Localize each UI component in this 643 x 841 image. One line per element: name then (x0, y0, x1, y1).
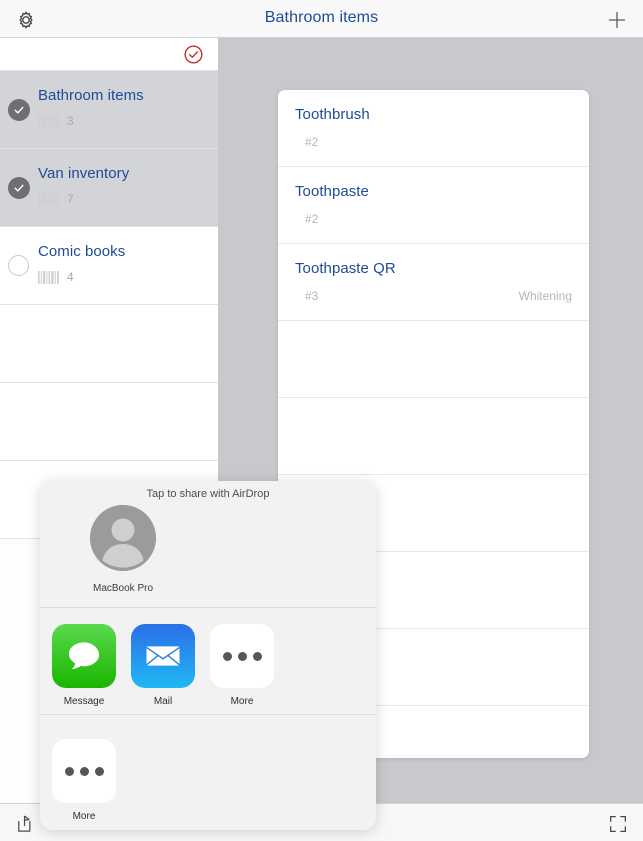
circled-check-icon[interactable] (183, 44, 204, 65)
sidebar-item-bathroom-items[interactable]: Bathroom items 3 (0, 71, 218, 149)
sidebar-item-meta: 7 (38, 192, 74, 206)
share-action-label: More (72, 811, 96, 822)
share-apps-row: Message Mail More (40, 608, 376, 714)
share-action-more[interactable]: More (45, 739, 123, 822)
sidebar-empty-row (0, 383, 218, 461)
sidebar-item-van-inventory[interactable]: Van inventory 7 (0, 149, 218, 227)
share-app-label: Message (63, 696, 105, 707)
sidebar-item-count: 3 (67, 114, 74, 128)
top-navigation-bar: Bathroom items (0, 0, 643, 38)
detail-item-number: #2 (305, 212, 319, 226)
ellipsis-icon (52, 739, 116, 803)
barcode-icon (38, 270, 60, 284)
app-root: Bathroom items Bathroom items 3 Van invent… (0, 0, 643, 841)
checked-circle-icon[interactable] (8, 99, 30, 121)
person-avatar (90, 505, 156, 571)
sidebar-rows: Bathroom items 3 Van inventory 7 Comic books… (0, 71, 218, 539)
detail-item-number: #3 (305, 289, 319, 303)
airdrop-section: Tap to share with AirDrop MacBook Pro (40, 481, 376, 607)
airdrop-target-label: MacBook Pro (92, 583, 154, 594)
detail-item-title: Toothbrush (295, 106, 370, 123)
detail-item-number: #2 (305, 135, 319, 149)
sidebar-item-count: 7 (67, 192, 74, 206)
share-app-label: More (230, 696, 254, 707)
barcode-icon (38, 114, 60, 128)
airdrop-prompt: Tap to share with AirDrop (146, 488, 270, 500)
sidebar-item-meta: 4 (38, 270, 74, 284)
detail-item-title: Toothpaste QR (295, 260, 396, 277)
plus-icon[interactable] (605, 8, 629, 32)
sidebar-item-label: Van inventory (38, 165, 130, 182)
unchecked-circle-icon[interactable] (8, 255, 30, 277)
envelope-icon (131, 624, 195, 688)
share-actions-row: More (40, 715, 376, 829)
sidebar-item-label: Comic books (38, 243, 126, 260)
sidebar-toolbar (0, 38, 218, 71)
airdrop-target-macbook-pro[interactable]: MacBook Pro (84, 505, 162, 594)
detail-empty-row (278, 321, 589, 398)
detail-item-row[interactable]: Toothpaste QR #3 Whitening (278, 244, 589, 321)
detail-item-title: Toothpaste (295, 183, 369, 200)
detail-item-note: Whitening (518, 289, 572, 303)
sidebar-item-meta: 3 (38, 114, 74, 128)
share-app-label: Mail (153, 696, 173, 707)
fullscreen-icon[interactable] (607, 813, 629, 835)
share-app-mail[interactable]: Mail (124, 624, 202, 707)
message-bubble-icon (52, 624, 116, 688)
page-title: Bathroom items (264, 9, 379, 26)
detail-empty-row (278, 398, 589, 475)
share-app-message[interactable]: Message (45, 624, 123, 707)
checked-circle-icon[interactable] (8, 177, 30, 199)
detail-item-row[interactable]: Toothpaste #2 (278, 167, 589, 244)
share-icon[interactable] (14, 812, 37, 835)
sidebar-item-count: 4 (67, 270, 74, 284)
barcode-icon (38, 192, 60, 206)
share-app-more[interactable]: More (203, 624, 281, 707)
sidebar-item-label: Bathroom items (38, 87, 144, 104)
detail-item-row[interactable]: Toothbrush #2 (278, 90, 589, 167)
sidebar-empty-row (0, 305, 218, 383)
share-sheet: Tap to share with AirDrop MacBook Pro Me… (40, 481, 376, 830)
sidebar-item-comic-books[interactable]: Comic books 4 (0, 227, 218, 305)
ellipsis-icon (210, 624, 274, 688)
